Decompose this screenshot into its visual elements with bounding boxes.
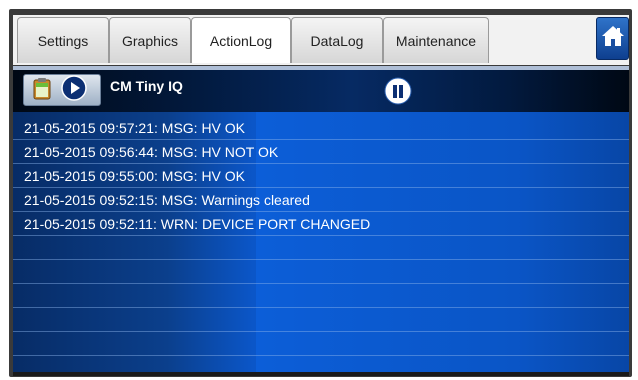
header-gloss — [13, 66, 629, 70]
device-name: CM Tiny IQ — [110, 78, 183, 94]
home-button[interactable] — [596, 17, 629, 60]
log-entry[interactable]: 21-05-2015 09:57:21: MSG: HV OK — [13, 116, 629, 140]
log-entry[interactable]: 21-05-2015 09:56:44: MSG: HV NOT OK — [13, 140, 629, 164]
log-entry[interactable]: 21-05-2015 09:52:15: MSG: Warnings clear… — [13, 188, 629, 212]
pause-button[interactable] — [383, 77, 413, 110]
log-entry[interactable] — [13, 260, 629, 284]
header-button-group — [23, 74, 101, 106]
clipboard-button[interactable] — [28, 77, 56, 103]
tab-bar: Settings Graphics ActionLog DataLog Main… — [13, 15, 629, 65]
log-entry[interactable] — [13, 308, 629, 332]
log-entry[interactable] — [13, 332, 629, 356]
play-button[interactable] — [60, 74, 88, 106]
tab-datalog[interactable]: DataLog — [291, 17, 383, 63]
clipboard-icon — [31, 76, 53, 105]
tab-actionlog[interactable]: ActionLog — [191, 17, 291, 63]
tab-graphics[interactable]: Graphics — [109, 17, 191, 63]
home-icon — [601, 25, 625, 52]
actionlog-panel: CM Tiny IQ 21-05-2015 09:57:21: MSG: HV … — [13, 66, 629, 374]
log-entry[interactable]: 21-05-2015 09:52:11: WRN: DEVICE PORT CH… — [13, 212, 629, 236]
tab-maintenance[interactable]: Maintenance — [383, 17, 489, 63]
bottom-bar — [13, 372, 629, 376]
log-entry[interactable] — [13, 236, 629, 260]
panel-header: CM Tiny IQ — [13, 66, 629, 112]
action-log-list: 21-05-2015 09:57:21: MSG: HV OK 21-05-20… — [13, 116, 629, 356]
pause-icon — [384, 77, 412, 110]
play-icon — [61, 74, 87, 106]
tab-settings[interactable]: Settings — [17, 17, 109, 63]
log-entry[interactable]: 21-05-2015 09:55:00: MSG: HV OK — [13, 164, 629, 188]
log-entry[interactable] — [13, 284, 629, 308]
